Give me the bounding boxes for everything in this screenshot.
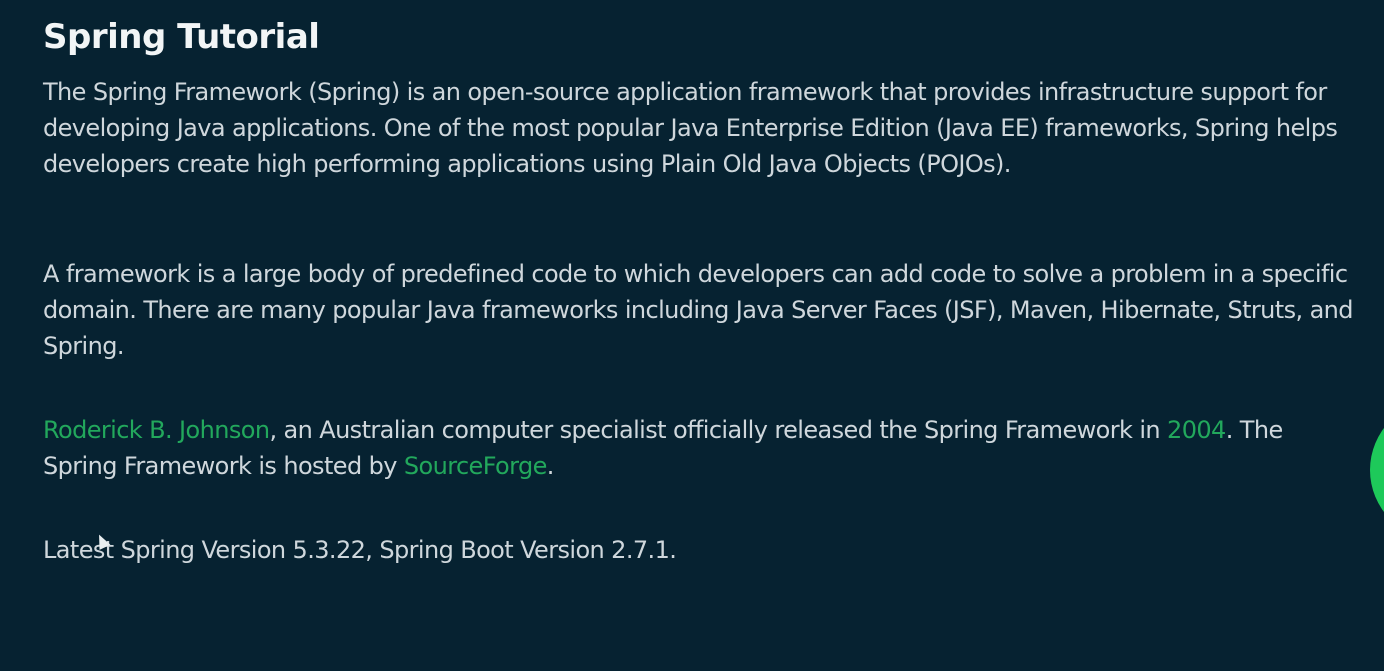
framework-paragraph: A framework is a large body of predefine… <box>43 260 1354 360</box>
history-paragraph: Roderick B. Johnson, an Australian compu… <box>43 412 1363 484</box>
sourceforge-link[interactable]: SourceForge <box>404 452 548 480</box>
history-text-1: , an Australian computer specialist offi… <box>269 416 1168 444</box>
floating-action-button-shape[interactable] <box>1370 400 1384 540</box>
author-link[interactable]: Roderick B. Johnson <box>43 416 270 444</box>
version-paragraph: Latest Spring Version 5.3.22, Spring Boo… <box>43 536 677 564</box>
intro-paragraph: The Spring Framework (Spring) is an open… <box>43 78 1338 178</box>
floating-action-button[interactable] <box>1370 400 1384 540</box>
article: Spring Tutorial The Spring Framework (Sp… <box>43 14 1363 568</box>
page-title: Spring Tutorial <box>43 17 320 57</box>
year-link[interactable]: 2004 <box>1167 416 1226 444</box>
history-text-3: . <box>546 452 555 480</box>
